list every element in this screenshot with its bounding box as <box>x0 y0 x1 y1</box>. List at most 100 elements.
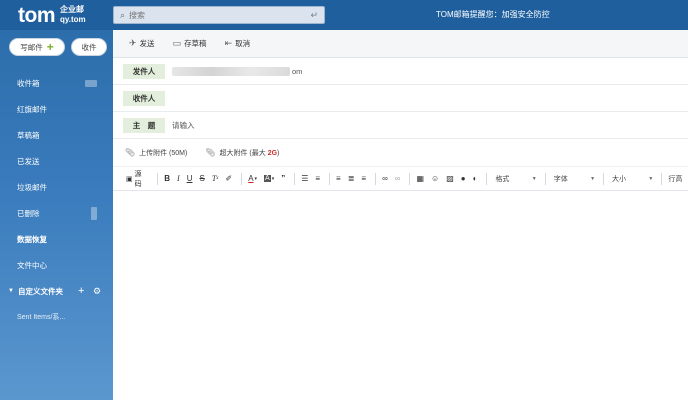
enter-icon[interactable]: ↵ <box>310 10 318 21</box>
write-mail-button[interactable]: 写邮件 + <box>9 38 65 56</box>
sidebar-item-label: 垃圾邮件 <box>17 182 47 192</box>
attachment-row: 📎︎ 上传附件 (50M) 📎︎ 超大附件 (最大 2G) <box>113 139 688 167</box>
cancel-icon: ⇤ <box>224 38 233 48</box>
upload-attachment-button[interactable]: 📎︎ 上传附件 (50M) <box>125 148 187 158</box>
format-select-label: 格式 <box>495 175 510 183</box>
highlight-color-button[interactable]: A ▾ <box>262 172 276 186</box>
receive-mail-button[interactable]: 收件 <box>71 38 107 56</box>
line-height-select[interactable]: 行高 <box>666 172 688 186</box>
from-label: 发件人 <box>123 63 165 79</box>
upload-attachment-label: 上传附件 (50M) <box>139 149 188 157</box>
italic-button[interactable]: I <box>175 172 182 186</box>
sidebar-item-inbox[interactable]: 收件箱 <box>0 70 113 96</box>
draft-icon: ▭ <box>172 38 182 48</box>
sidebar-item-sent-items[interactable]: Sent Items/系... <box>0 304 113 330</box>
strikethrough-button[interactable]: S <box>197 172 206 186</box>
write-mail-label: 写邮件 <box>20 42 43 52</box>
unlink-icon[interactable]: ∞ <box>393 172 403 186</box>
folder-list: 收件箱 红旗邮件 草稿箱 已发送 垃圾邮件 已删除 数据恢复 文件中心 ▼ 自定… <box>0 70 113 330</box>
save-draft-label: 存草稿 <box>184 39 207 48</box>
gear-icon[interactable]: ⚙ <box>93 286 101 297</box>
paperclip-icon: 📎︎ <box>205 147 216 157</box>
source-icon: ▣ <box>126 175 133 183</box>
compose-area: ✈ 发送 ▭ 存草稿 ⇤ 取消 发件人 om 收件人 主 题 请输入 📎︎ 上传… <box>113 30 688 400</box>
search-input[interactable] <box>129 10 311 20</box>
sidebar-item-file-center[interactable]: 文件中心 <box>0 252 113 278</box>
bullet-list-icon[interactable]: ☰ <box>299 172 310 186</box>
from-value[interactable]: om <box>172 66 303 76</box>
chevron-down-icon: ▼ <box>648 175 654 182</box>
large-attachment-suffix: ) <box>277 149 280 157</box>
sidebar-item-drafts[interactable]: 草稿箱 <box>0 122 113 148</box>
large-attachment-button[interactable]: 📎︎ 超大附件 (最大 2G) <box>205 148 279 158</box>
security-notice[interactable]: TOM邮箱提醒您：加强安全防控 <box>436 9 550 20</box>
subject-input[interactable]: 请输入 <box>172 120 195 131</box>
sidebar-item-data-recovery[interactable]: 数据恢复 <box>0 226 113 252</box>
quote-icon[interactable]: ” <box>279 172 287 186</box>
sidebar: 写邮件 + 收件 收件箱 红旗邮件 草稿箱 已发送 垃圾邮件 已删除 数据恢复 <box>0 30 113 400</box>
sidebar-item-label: 已删除 <box>17 208 40 218</box>
bold-button[interactable]: B <box>162 172 172 186</box>
editor-toolbar: ▣ 源码 B I U S Tx ✐ A ▾ A ▾ ” ☰ ≡ ≡ ≣ ≡ ∞ ∞ … <box>113 167 688 191</box>
caret-down-icon[interactable]: ▼ <box>8 288 14 294</box>
divider <box>603 172 605 185</box>
align-center-icon[interactable]: ≣ <box>346 172 357 186</box>
format-painter-icon[interactable]: ✐ <box>224 172 235 186</box>
send-label: 发送 <box>139 39 155 48</box>
top-bar: tom 企业邮 qy.tom ⌕ ↵ TOM邮箱提醒您：加强安全防控 <box>0 0 688 30</box>
receive-mail-label: 收件 <box>81 42 97 52</box>
divider <box>329 172 331 185</box>
sidebar-item-flagged[interactable]: 红旗邮件 <box>0 96 113 122</box>
clear-format-button[interactable]: Tx <box>210 172 221 186</box>
send-icon: ✈ <box>129 38 137 48</box>
cancel-button[interactable]: ⇤ 取消 <box>225 38 251 49</box>
logo[interactable]: tom 企业邮 qy.tom <box>18 3 86 27</box>
compass-icon[interactable]: ◐ <box>471 172 480 186</box>
underline-button[interactable]: U <box>185 172 195 186</box>
numbered-list-icon[interactable]: ≡ <box>313 172 322 186</box>
large-attachment-size: 2G <box>267 149 278 157</box>
align-right-icon[interactable]: ≡ <box>359 172 368 186</box>
add-folder-icon[interactable]: + <box>78 285 84 297</box>
divider <box>409 172 411 185</box>
divider <box>294 172 296 185</box>
search-box[interactable]: ⌕ ↵ <box>113 6 325 24</box>
source-code-button[interactable]: ▣ 源码 <box>124 171 150 188</box>
font-select[interactable]: 字体 ▼ <box>550 172 599 186</box>
sidebar-scrollbar[interactable] <box>91 206 97 220</box>
sidebar-item-label: 收件箱 <box>17 78 40 88</box>
chevron-down-icon: ▼ <box>531 175 537 182</box>
table-icon[interactable]: ▦ <box>414 172 426 186</box>
font-select-label: 字体 <box>553 175 568 183</box>
editor-body[interactable] <box>113 219 688 400</box>
image-icon[interactable]: ▨ <box>444 172 456 186</box>
font-color-button[interactable]: A ▾ <box>246 172 259 186</box>
align-left-icon[interactable]: ≡ <box>334 172 343 186</box>
sidebar-item-label: 红旗邮件 <box>17 104 47 114</box>
from-value-suffix: om <box>292 66 303 76</box>
sidebar-item-deleted[interactable]: 已删除 <box>0 200 113 226</box>
logo-subtitle: 企业邮 qy.tom <box>60 5 86 25</box>
chevron-down-icon: ▼ <box>590 175 596 182</box>
screenshot-icon[interactable]: ● <box>459 172 468 186</box>
format-select[interactable]: 格式 ▼ <box>491 172 540 186</box>
blurred-email <box>172 66 290 76</box>
divider <box>544 172 546 185</box>
subject-field[interactable]: 主 题 请输入 <box>113 112 688 139</box>
sidebar-item-spam[interactable]: 垃圾邮件 <box>0 174 113 200</box>
to-label[interactable]: 收件人 <box>123 90 165 106</box>
divider <box>486 172 488 185</box>
sidebar-item-label: Sent Items/系... <box>17 314 66 321</box>
line-height-select-label: 行高 <box>668 175 683 183</box>
emoji-icon[interactable]: ☺ <box>429 172 441 186</box>
custom-folders-header[interactable]: ▼ 自定义文件夹 + ⚙ <box>0 278 113 304</box>
link-icon[interactable]: ∞ <box>380 172 390 186</box>
sidebar-item-sent[interactable]: 已发送 <box>0 148 113 174</box>
size-select[interactable]: 大小 ▼ <box>608 172 657 186</box>
divider <box>157 172 159 185</box>
to-field[interactable]: 收件人 <box>113 85 688 112</box>
search-icon: ⌕ <box>120 9 126 20</box>
sidebar-item-label: 已发送 <box>17 156 40 166</box>
save-draft-button[interactable]: ▭ 存草稿 <box>173 38 207 49</box>
send-button[interactable]: ✈ 发送 <box>129 38 155 49</box>
